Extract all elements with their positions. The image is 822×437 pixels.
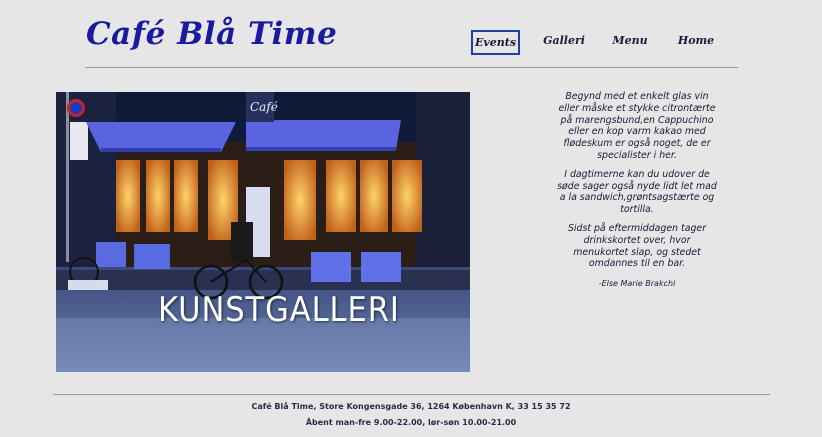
- footer-divider: [53, 394, 770, 395]
- header-divider: [85, 67, 738, 68]
- cafe-storefront-photo: Café: [56, 92, 470, 372]
- nav-galleri[interactable]: Galleri: [540, 30, 588, 52]
- hero-image: Café KUNSTGALLERI: [56, 92, 470, 372]
- cafe-sign-text: Café: [250, 100, 278, 114]
- author-signature: -Else Marie Brakchi: [598, 279, 676, 289]
- intro-paragraph-1: Begynd med et enkelt glas vin eller måsk…: [558, 91, 716, 161]
- main-nav: Events Galleri Menu Home: [0, 30, 822, 56]
- gallery-label: KUNSTGALLERI: [158, 290, 400, 330]
- intro-paragraph-3: Sidst på eftermiddagen tager drinkskorte…: [567, 222, 707, 270]
- nav-events[interactable]: Events: [471, 30, 520, 55]
- footer-hours: Åbent man-fre 9.00-22.00, lør-søn 10.00-…: [305, 418, 517, 427]
- footer-address: Café Blå Time, Store Kongensgade 36, 126…: [251, 402, 571, 411]
- intro-paragraph-2: I dagtimerne kan du udover de søde sager…: [557, 168, 717, 216]
- intro-text: Begynd med et enkelt glas vin eller måsk…: [557, 91, 717, 297]
- nav-menu[interactable]: Menu: [609, 30, 651, 52]
- nav-home[interactable]: Home: [675, 30, 717, 52]
